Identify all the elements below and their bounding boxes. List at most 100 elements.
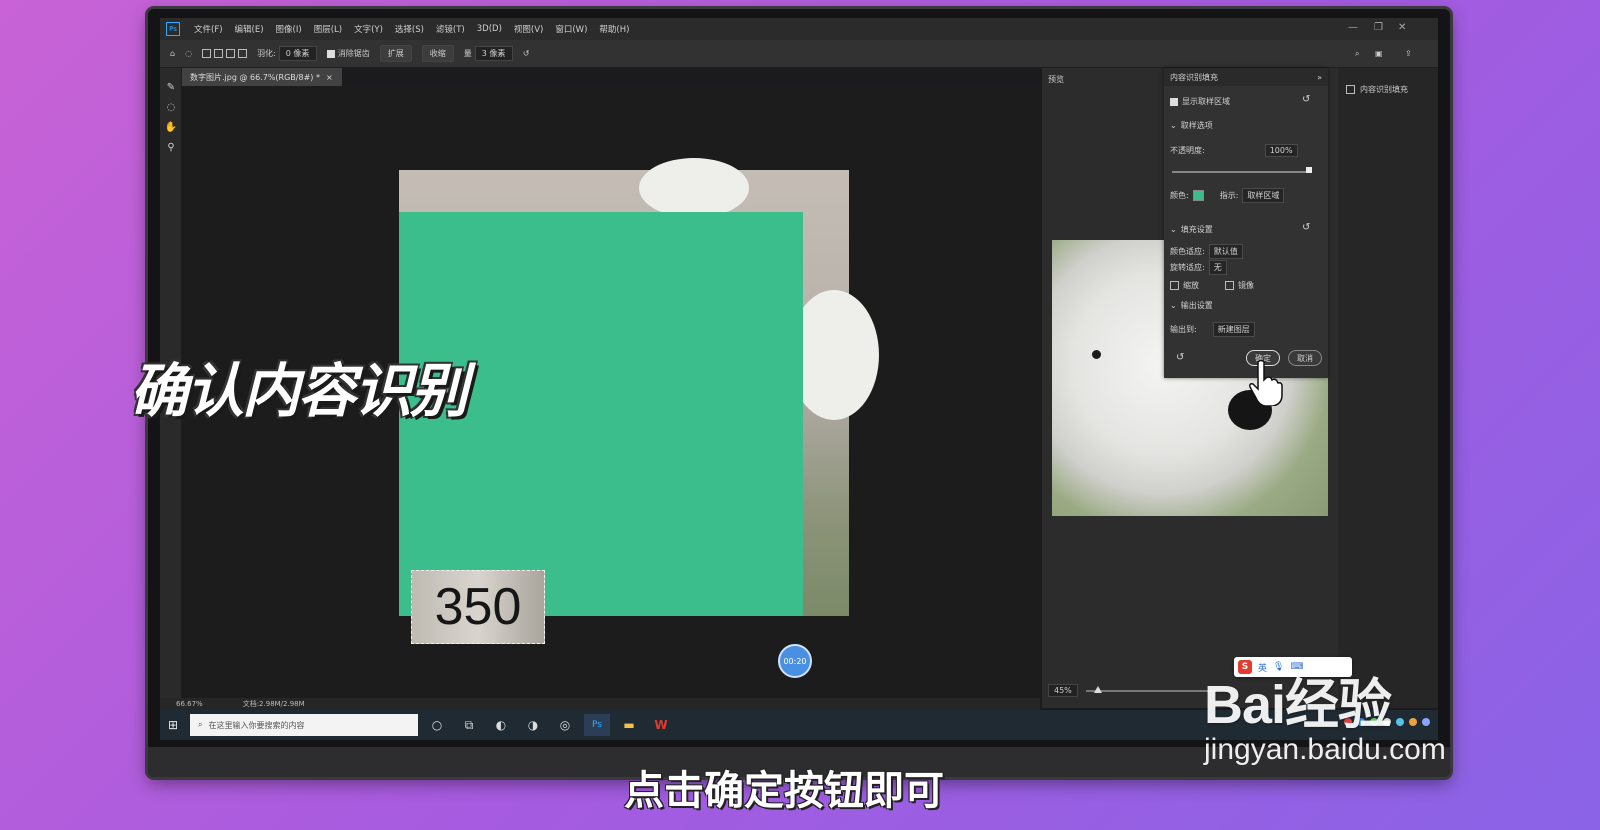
document-tab-title: 数字图片.jpg @ 66.7%(RGB/8#) *: [190, 72, 320, 82]
tab-close-icon[interactable]: ×: [326, 73, 333, 82]
feather-label: 羽化:: [257, 49, 276, 58]
menu-layer[interactable]: 图层(L): [308, 23, 348, 35]
color-label: 颜色:: [1170, 191, 1189, 200]
contract-button[interactable]: 收缩: [421, 45, 454, 62]
reset-fill-icon[interactable]: ↺: [1302, 222, 1310, 233]
opacity-slider[interactable]: [1172, 167, 1312, 173]
browser-icon[interactable]: ◐: [488, 714, 514, 736]
menu-filter[interactable]: 滤镜(T): [430, 23, 471, 35]
zoom-tool-icon[interactable]: ⚲: [160, 138, 182, 156]
opacity-label: 不透明度:: [1170, 146, 1205, 155]
sampling-options-heading: 取样选项: [1180, 121, 1213, 130]
number-selection: 350: [411, 570, 545, 644]
antialias-label: 消除锯齿: [337, 49, 370, 58]
menu-image[interactable]: 图像(I): [270, 23, 308, 35]
menu-edit[interactable]: 编辑(E): [229, 23, 270, 35]
lasso-tool-icon[interactable]: ◌: [185, 49, 192, 58]
reset-all-icon[interactable]: ↺: [1176, 352, 1184, 363]
photoshop-taskbar-icon[interactable]: Ps: [584, 714, 610, 736]
workspace-icon[interactable]: ▣: [1375, 49, 1383, 58]
output-to-select[interactable]: 新建图层: [1212, 322, 1255, 337]
panel-icon: [1346, 85, 1355, 94]
indicate-label: 指示:: [1219, 191, 1239, 200]
indicate-select[interactable]: 取样区域: [1242, 188, 1285, 203]
task-view-icon[interactable]: ⧉: [456, 714, 482, 736]
selection-mode-group[interactable]: [202, 49, 248, 58]
menu-view[interactable]: 视图(V): [508, 23, 549, 35]
color-swatch[interactable]: [1192, 190, 1204, 201]
feather-input[interactable]: 0 像素: [278, 46, 317, 61]
show-sampling-label: 显示取样区域: [1182, 97, 1230, 106]
file-explorer-icon[interactable]: ▬: [616, 714, 642, 736]
share-icon[interactable]: ⇪: [1405, 49, 1412, 58]
hand-tool-icon[interactable]: ✋: [160, 118, 182, 136]
maximize-icon[interactable]: ❐: [1374, 22, 1383, 33]
brush-tool-icon[interactable]: ✎: [160, 78, 182, 96]
wps-icon[interactable]: W: [648, 714, 674, 736]
mirror-checkbox[interactable]: [1225, 281, 1234, 290]
chevron-down-icon[interactable]: ⌄: [1170, 121, 1177, 130]
search-icon[interactable]: ⌕: [1355, 49, 1359, 59]
taskbar-search-placeholder: 在这里输入你要搜索的内容: [208, 720, 305, 730]
zoom-status: 66.67%: [176, 700, 203, 708]
home-icon[interactable]: ⌂: [170, 49, 175, 58]
output-to-label: 输出到:: [1170, 325, 1197, 334]
video-subtitle: 点击确定按钮即可: [624, 768, 944, 814]
chevron-down-icon[interactable]: ⌄: [1170, 225, 1177, 234]
status-bar: 66.67% 文档:2.98M/2.98M: [160, 698, 1040, 710]
search-icon: ⌕: [198, 720, 203, 729]
minimize-icon[interactable]: —: [1348, 22, 1358, 33]
menu-window[interactable]: 窗口(W): [549, 23, 593, 35]
rotate-adapt-select[interactable]: 无: [1208, 260, 1227, 275]
hand-cursor-icon: [1249, 359, 1283, 406]
document-tab[interactable]: 数字图片.jpg @ 66.7%(RGB/8#) * ×: [182, 68, 342, 86]
baidu-watermark: Bai经验 jingyan.baidu.com: [1204, 660, 1446, 767]
lasso-icon[interactable]: ◌: [160, 98, 182, 116]
antialias-checkbox[interactable]: [326, 49, 335, 58]
doc-size-status: 文档:2.98M/2.98M: [242, 700, 305, 708]
amount-select[interactable]: 3 像素: [474, 46, 513, 61]
amount-label: 量: [463, 49, 472, 58]
scale-label: 缩放: [1183, 281, 1199, 290]
fill-settings-heading: 填充设置: [1180, 225, 1213, 234]
menu-file[interactable]: 文件(F): [188, 23, 229, 35]
edge-icon[interactable]: ◑: [520, 714, 546, 736]
menu-3d[interactable]: 3D(D): [471, 24, 508, 34]
preview-zoom-row: 45%: [1048, 684, 1216, 697]
scale-checkbox[interactable]: [1170, 281, 1179, 290]
chevron-down-icon[interactable]: ⌄: [1170, 301, 1177, 310]
reset-sampling-icon[interactable]: ↺: [1302, 94, 1310, 105]
menu-help[interactable]: 帮助(H): [593, 23, 635, 35]
step-caption: 确认内容识别: [130, 357, 468, 425]
recording-timer: 00:20: [778, 644, 812, 678]
dock-content-aware-fill[interactable]: 内容识别填充: [1346, 84, 1408, 95]
opacity-field[interactable]: 100%: [1264, 144, 1298, 157]
rotate-adapt-label: 旋转适应:: [1170, 263, 1205, 272]
menu-type[interactable]: 文字(Y): [348, 23, 389, 35]
content-aware-fill-panel: 内容识别填充 » 显示取样区域 ↺ ⌄ 取样选项 不透明度: 100% 颜色: …: [1164, 68, 1328, 406]
show-sampling-checkbox[interactable]: [1170, 97, 1178, 106]
collapse-icon[interactable]: »: [1317, 73, 1322, 82]
output-settings-heading: 输出设置: [1180, 301, 1213, 310]
close-icon[interactable]: ✕: [1398, 22, 1406, 33]
taskbar-search-box[interactable]: ⌕ 在这里输入你要搜索的内容: [190, 714, 418, 736]
panel-title: 内容识别填充: [1170, 72, 1218, 82]
color-adapt-select[interactable]: 默认值: [1208, 244, 1243, 259]
windows-start-icon[interactable]: ⊞: [168, 718, 184, 732]
document-image[interactable]: 350: [399, 158, 879, 644]
expand-button[interactable]: 扩展: [379, 45, 412, 62]
options-bar: ⌂ ◌ 羽化: 0 像素 消除锯齿 扩展 收缩 量 3 像素 ↺ ⌕ ▣ ⇪: [160, 40, 1438, 68]
menu-select[interactable]: 选择(S): [389, 23, 430, 35]
right-dock: 内容识别填充: [1338, 68, 1438, 708]
color-adapt-label: 颜色适应:: [1170, 247, 1205, 256]
cancel-button[interactable]: 取消: [1288, 350, 1322, 366]
preview-zoom-field[interactable]: 45%: [1048, 684, 1078, 697]
watermark-logo: Bai经验: [1204, 675, 1392, 735]
cortana-icon[interactable]: ○: [424, 714, 450, 736]
dock-item-label: 内容识别填充: [1360, 85, 1408, 94]
reset-icon[interactable]: ↺: [523, 49, 530, 58]
preview-zoom-slider[interactable]: [1085, 685, 1216, 693]
mirror-label: 镜像: [1238, 281, 1254, 290]
photoshop-logo-icon: Ps: [166, 22, 180, 36]
app-icon[interactable]: ◎: [552, 714, 578, 736]
